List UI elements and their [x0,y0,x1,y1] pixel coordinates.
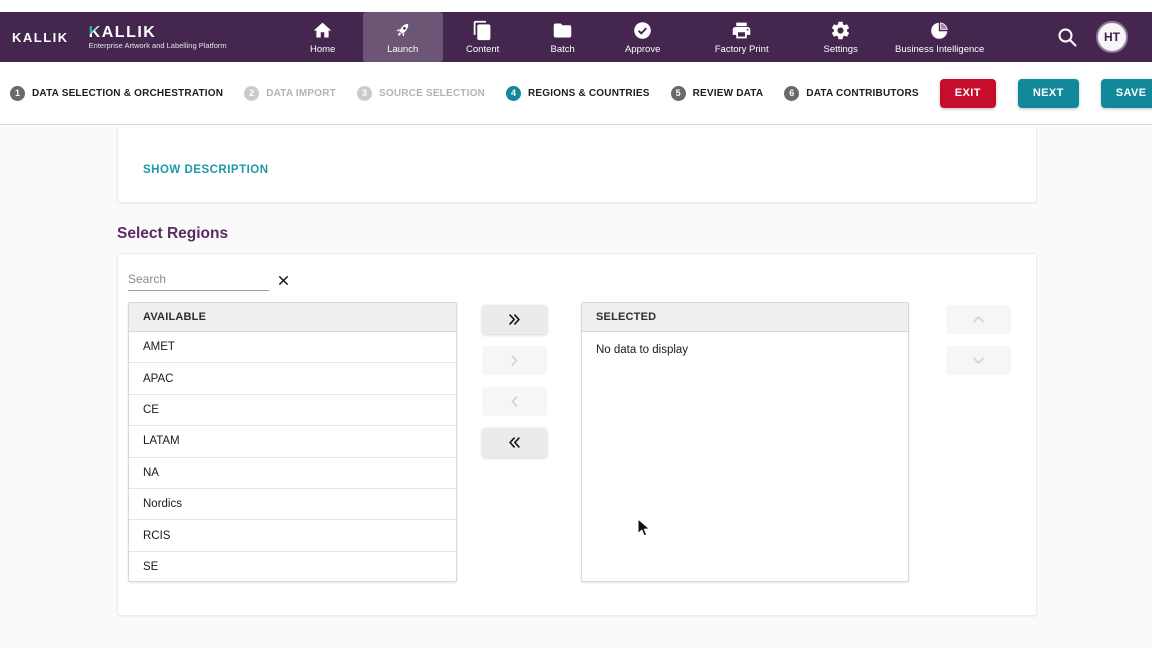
page-title: Select Regions [117,225,1152,243]
step-regions-countries[interactable]: 4REGIONS & COUNTRIES [506,86,650,101]
region-search-input[interactable] [128,270,269,291]
chevron-left-icon [507,394,522,409]
move-up-button [946,305,1011,334]
available-region-row[interactable]: AMET [129,332,456,363]
chevrons-right-icon [507,312,522,327]
dual-list: AVAILABLE AMETAPACCELATAMNANordicsRCISSE… [128,302,1026,582]
step-data-selection-orchestration[interactable]: 1DATA SELECTION & ORCHESTRATION [10,86,223,101]
home-icon [312,20,333,42]
nav-item-approve[interactable]: Approve [603,12,683,62]
available-region-row[interactable]: SE [129,552,456,582]
chevron-right-icon [507,353,522,368]
page-content: SHOW DESCRIPTION Select Regions AVAILABL… [0,125,1152,648]
user-avatar[interactable]: HT [1096,21,1128,53]
kallik-app-window: KALLIK KALLIK Enterprise Artwork and Lab… [0,0,1152,648]
nav-item-batch[interactable]: Batch [523,12,603,62]
step-data-import: 2DATA IMPORT [244,86,336,101]
printer-icon [731,20,752,42]
chevron-up-icon [971,312,986,327]
stepper-actions: EXITNEXTSAVEDELETE TASK [940,79,1152,108]
move-all-right-button[interactable] [482,305,547,334]
description-card: SHOW DESCRIPTION [117,128,1037,203]
stepper-steps: 1DATA SELECTION & ORCHESTRATION 2DATA IMP… [10,86,940,101]
folder-icon [552,20,573,42]
next-button[interactable]: NEXT [1018,79,1079,108]
header-right: HT [1056,21,1128,53]
check-circle-icon [632,20,653,42]
step-number-badge: 2 [244,86,259,101]
wizard-stepper: 1DATA SELECTION & ORCHESTRATION 2DATA IMP… [0,62,1152,125]
save-button[interactable]: SAVE [1101,79,1152,108]
chevron-down-icon [971,353,986,368]
kallik-logo-text: KALLIK [89,24,227,42]
kallik-logo-compact: KALLIK [12,30,69,45]
move-right-button [482,346,547,375]
clear-search-icon[interactable] [276,273,291,288]
nav-item-content[interactable]: Content [443,12,523,62]
app-header: KALLIK KALLIK Enterprise Artwork and Lab… [0,12,1152,62]
pie-chart-icon [929,20,950,42]
search-icon[interactable] [1056,26,1078,48]
selected-list-header: SELECTED [582,303,908,332]
available-list: AVAILABLE AMETAPACCELATAMNANordicsRCISSE [128,302,457,582]
available-list-body: AMETAPACCELATAMNANordicsRCISSE [129,332,456,582]
step-number-badge: 1 [10,86,25,101]
transfer-buttons [482,305,547,469]
nav-item-business-intelligence[interactable]: Business Intelligence [881,12,999,62]
available-region-row[interactable]: APAC [129,363,456,394]
chevrons-left-icon [507,435,522,450]
kallik-logo: KALLIK Enterprise Artwork and Labelling … [89,24,227,51]
exit-button[interactable]: EXIT [940,79,996,108]
available-region-row[interactable]: CE [129,395,456,426]
main-nav: HomeLaunchContentBatchApproveFactory Pri… [283,12,999,62]
nav-item-home[interactable]: Home [283,12,363,62]
step-number-badge: 4 [506,86,521,101]
move-all-left-button[interactable] [482,428,547,457]
available-list-header: AVAILABLE [129,303,456,332]
available-region-row[interactable]: Nordics [129,489,456,520]
move-down-button [946,346,1011,375]
order-buttons [946,305,1011,387]
show-description-link[interactable]: SHOW DESCRIPTION [143,164,269,176]
select-regions-card: AVAILABLE AMETAPACCELATAMNANordicsRCISSE… [117,253,1037,616]
available-region-row[interactable]: RCIS [129,520,456,551]
step-number-badge: 3 [357,86,372,101]
top-strip [0,0,1152,12]
rocket-icon [392,20,413,42]
pages-icon [472,20,493,42]
step-number-badge: 5 [671,86,686,101]
step-number-badge: 6 [784,86,799,101]
selected-list: SELECTED No data to display [581,302,909,582]
nav-item-launch[interactable]: Launch [363,12,443,62]
gear-icon [830,20,851,42]
available-region-row[interactable]: LATAM [129,426,456,457]
nav-item-factory-print[interactable]: Factory Print [683,12,801,62]
nav-item-settings[interactable]: Settings [801,12,881,62]
selected-empty-message: No data to display [582,332,908,356]
move-left-button [482,387,547,416]
available-region-row[interactable]: NA [129,458,456,489]
step-source-selection: 3SOURCE SELECTION [357,86,485,101]
step-review-data[interactable]: 5REVIEW DATA [671,86,764,101]
region-search [128,270,1026,291]
kallik-tagline: Enterprise Artwork and Labelling Platfor… [89,42,227,50]
step-data-contributors[interactable]: 6DATA CONTRIBUTORS [784,86,918,101]
